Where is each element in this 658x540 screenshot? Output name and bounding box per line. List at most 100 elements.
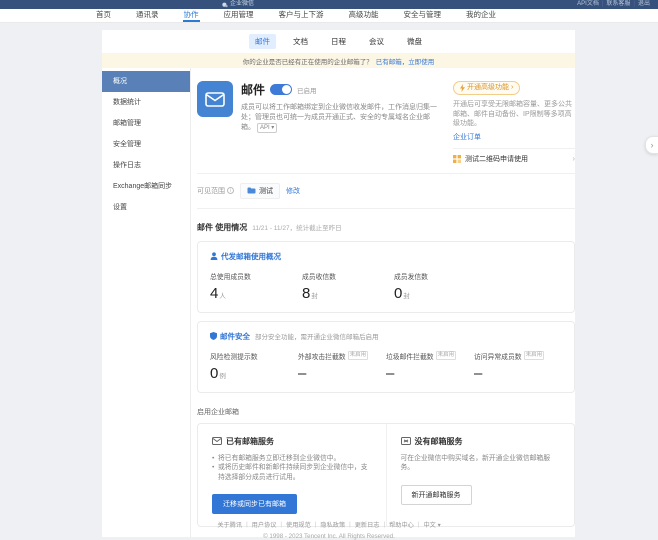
mailbox-icon [212, 437, 222, 445]
wework-logo-icon [222, 2, 228, 8]
caret-down-icon: ▾ [438, 522, 441, 529]
separator: | [633, 0, 635, 9]
mail-enabled-toggle[interactable] [270, 84, 292, 95]
footer-link-agreement[interactable]: 用户协议 [252, 520, 277, 529]
stat-abnormal-access: 访问异常成员数未启用 – [474, 351, 562, 382]
qr-apply-row[interactable]: 测试二维码申请使用 › [453, 154, 575, 164]
footer-link-privacy[interactable]: 隐私政策 [320, 520, 345, 529]
main-content: 邮件 已启用 成员可以将工作邮箱绑定到企业微信收发邮件，工作消息归集一处；管理员… [191, 68, 589, 537]
sidebar-item-settings[interactable]: 设置 [102, 197, 190, 218]
has-mail-bullet: 或将历史邮件和新邮件持续同步到企业微信中，支持选择部分成员进行试用。 [212, 463, 372, 482]
brand-logo: 企业微信 [222, 0, 254, 9]
floating-panel-toggle[interactable]: › [645, 136, 658, 154]
tab-schedule[interactable]: 日程 [325, 34, 352, 49]
separator: | [280, 521, 282, 528]
qr-apply-label: 测试二维码申请使用 [465, 154, 528, 164]
chevron-right-icon: › [511, 84, 513, 92]
separator: | [602, 0, 604, 9]
tab-mail[interactable]: 邮件 [249, 34, 276, 49]
no-mail-service-card: 没有邮箱服务 可在企业微信中购买域名，新开通企业微信邮箱服务。 新开通邮箱服务 [386, 424, 575, 527]
nav-item-home[interactable]: 首页 [95, 9, 112, 22]
toggle-knob [282, 85, 291, 94]
migrate-sync-button[interactable]: 迁移或同步已有邮箱 [212, 494, 297, 514]
upgrade-premium-button[interactable]: 开通高级功能 › [453, 81, 520, 95]
notice-link[interactable]: 已有邮箱，立即使用 [376, 56, 435, 66]
language-selector[interactable]: 中文 ▾ [423, 520, 440, 529]
new-mail-service-button[interactable]: 新开通邮箱服务 [401, 485, 472, 505]
topbar-links: API文档 | 联系客服 | 退出 [577, 0, 650, 9]
sidebar-item-exchange-sync[interactable]: Exchange邮箱同步 [102, 176, 190, 197]
nav-item-contacts[interactable]: 通讯录 [135, 9, 160, 22]
stat-received-mails: 成员收信数 8封 [302, 271, 394, 302]
usage-title: 邮件 使用情况 [197, 222, 247, 233]
enable-options-box: 已有邮箱服务 将已有邮箱服务立即迁移到企业微信中。 或将历史邮件和新邮件持续同步… [197, 423, 575, 528]
mail-security-box: 邮件安全 部分安全功能，需开通企业微信邮箱后启用 风险检测提示数 0例 外部攻击… [197, 321, 575, 393]
separator: | [349, 521, 351, 528]
footer-link-changelog[interactable]: 更新日志 [355, 520, 380, 529]
brand-name: 企业微信 [230, 0, 254, 9]
stat-sent-mails: 成员发信数 0封 [394, 271, 486, 302]
toggle-status-label: 已启用 [297, 85, 317, 95]
topbar-link-contact[interactable]: 联系客服 [606, 0, 630, 9]
chevron-right-icon: › [572, 154, 575, 163]
footer-link-rules[interactable]: 使用规范 [286, 520, 311, 529]
nav-item-customers[interactable]: 客户与上下游 [278, 9, 325, 22]
premium-desc: 开通后可享受无限邮箱容量、更多公共邮箱、邮件自动备份、IP限制等多项高级功能。 [453, 100, 575, 129]
status-badge: 未启用 [524, 351, 545, 360]
nav-item-collaboration[interactable]: 协作 [183, 9, 200, 22]
page-footer: 关于腾讯| 用户协议| 使用规范| 隐私政策| 更新日志| 帮助中心| 中文 ▾… [0, 520, 658, 540]
sidebar: 概况 数据统计 邮箱管理 安全管理 操作日志 Exchange邮箱同步 设置 [102, 68, 191, 537]
page-title: 邮件 [241, 81, 265, 98]
divider [453, 148, 575, 149]
nav-item-my-company[interactable]: 我的企业 [465, 9, 497, 22]
subtab-bar: 邮件 文档 日程 会议 微盘 [102, 30, 575, 53]
stat-risk-alerts: 风险检测提示数 0例 [210, 351, 298, 382]
notice-bar: 你的企业是否已经有正在使用的企业邮箱了？ 已有邮箱，立即使用 [102, 53, 575, 68]
status-badge: 未启用 [436, 351, 457, 360]
edit-visible-range-link[interactable]: 修改 [286, 186, 300, 196]
sidebar-item-operation-log[interactable]: 操作日志 [102, 155, 190, 176]
tab-meeting[interactable]: 会议 [363, 34, 390, 49]
tab-docs[interactable]: 文档 [287, 34, 314, 49]
has-mail-service-card: 已有邮箱服务 将已有邮箱服务立即迁移到企业微信中。 或将历史邮件和新邮件持续同步… [198, 424, 386, 527]
notice-text: 你的企业是否已经有正在使用的企业邮箱了？ [243, 56, 373, 66]
sidebar-item-mailbox-management[interactable]: 邮箱管理 [102, 113, 190, 134]
nav-item-security[interactable]: 安全与管理 [403, 9, 443, 22]
member-icon [210, 252, 218, 260]
sidebar-item-overview[interactable]: 概况 [102, 71, 190, 92]
separator: | [418, 521, 420, 528]
stat-external-attacks: 外部攻击拦截数未启用 – [298, 351, 386, 382]
usage-date-range: 11/21 - 11/27，统计截止至昨日 [252, 222, 341, 232]
footer-link-about[interactable]: 关于腾讯 [217, 520, 242, 529]
stat-total-members: 总使用成员数 4人 [210, 271, 302, 302]
content-card: 邮件 文档 日程 会议 微盘 你的企业是否已经有正在使用的企业邮箱了？ 已有邮箱… [102, 30, 575, 537]
status-badge: 未启用 [348, 351, 369, 360]
sidebar-item-statistics[interactable]: 数据统计 [102, 92, 190, 113]
new-mailbox-icon [401, 437, 411, 445]
divider [197, 173, 575, 174]
proxy-usage-header: 代发邮箱使用概况 [221, 251, 281, 262]
footer-link-help[interactable]: 帮助中心 [389, 520, 414, 529]
copyright: © 1998 - 2023 Tencent Inc. All Rights Re… [0, 533, 658, 540]
separator: | [315, 521, 317, 528]
topbar-link-logout[interactable]: 退出 [638, 0, 650, 9]
nav-item-app-management[interactable]: 应用管理 [223, 9, 255, 22]
tab-drive[interactable]: 微盘 [401, 34, 428, 49]
folder-icon [247, 187, 256, 194]
api-dropdown-tag[interactable]: API ▾ [257, 123, 277, 133]
nav-item-advanced[interactable]: 高级功能 [348, 9, 380, 22]
no-mail-desc: 可在企业微信中购买域名，新开通企业微信邮箱服务。 [401, 454, 561, 473]
mail-security-header: 邮件安全 [220, 331, 250, 342]
chevron-right-icon: › [651, 140, 654, 150]
mail-app-icon [197, 81, 233, 117]
visible-range-value: 测试 [259, 186, 273, 196]
info-icon[interactable]: i [227, 187, 234, 194]
visible-range-label: 可见范围 i [197, 186, 234, 196]
visible-range-tag: 测试 [240, 183, 280, 199]
no-mail-header: 没有邮箱服务 [415, 436, 463, 447]
topbar-link-api-doc[interactable]: API文档 [577, 0, 599, 9]
stat-spam-intercepted: 垃圾邮件拦截数未启用 – [386, 351, 474, 382]
sidebar-item-security-management[interactable]: 安全管理 [102, 134, 190, 155]
mail-security-note: 部分安全功能，需开通企业微信邮箱后启用 [255, 331, 379, 341]
enterprise-order-link[interactable]: 企业订单 [453, 132, 481, 142]
